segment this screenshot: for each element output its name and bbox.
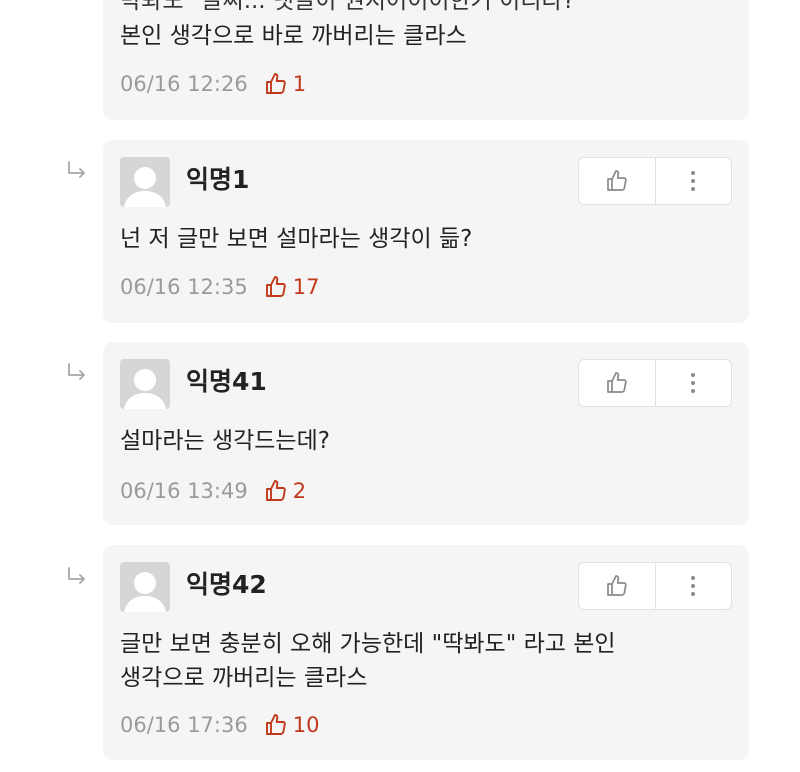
thumbs-up-icon <box>606 170 627 191</box>
thumbs-up-icon[interactable] <box>264 72 288 96</box>
thumbs-up-icon <box>606 575 627 596</box>
more-button[interactable] <box>656 563 732 609</box>
comment-meta: 06/16 17:36 10 <box>120 710 319 740</box>
comment-card: 익명42 글만 보면 충분히 오해 가능한데 "딱봐도" 라고 본인 생각으로 … <box>103 545 749 760</box>
comment-actions <box>578 157 732 205</box>
thumbs-up-icon[interactable] <box>264 275 288 299</box>
default-avatar-icon <box>120 359 170 409</box>
comment-thread: 박봐도 "글씨... 댓글이 권지어이이한거 이리다? 본인 생각으로 바로 까… <box>0 0 800 772</box>
like-button[interactable] <box>579 563 656 609</box>
comment-username: 익명41 <box>186 367 267 396</box>
comment-card: 익명41 설마라는 생각드는데? 06/16 13:49 2 <box>103 342 749 525</box>
more-vertical-icon <box>691 171 696 191</box>
more-button[interactable] <box>656 158 732 204</box>
reply-arrow-icon <box>68 363 85 380</box>
like-count: 2 <box>292 479 307 503</box>
comment-date: 06/16 12:26 <box>120 72 248 96</box>
comment-text-line: 설마라는 생각드는데? <box>120 428 330 454</box>
comment-username: 익명42 <box>186 570 267 599</box>
reply-arrow-icon <box>68 161 85 178</box>
reply-arrow-icon <box>68 567 85 584</box>
like-button[interactable] <box>579 360 656 406</box>
comment-username: 익명1 <box>186 165 250 194</box>
like-count: 1 <box>292 72 307 96</box>
comment-date: 06/16 12:35 <box>120 275 248 299</box>
comment-meta: 06/16 12:26 1 <box>120 69 306 99</box>
comment-card: 박봐도 "글씨... 댓글이 권지어이이한거 이리다? 본인 생각으로 바로 까… <box>103 0 749 120</box>
comment-date: 06/16 17:36 <box>120 713 248 737</box>
comment-text-line: 생각으로 까버리는 클라스 <box>120 665 368 691</box>
thumbs-up-icon <box>606 372 627 393</box>
like-count: 10 <box>292 713 320 737</box>
default-avatar-icon <box>120 157 170 207</box>
thumbs-up-icon[interactable] <box>264 713 288 737</box>
like-count: 17 <box>292 275 320 299</box>
more-button[interactable] <box>656 360 732 406</box>
thumbs-up-icon[interactable] <box>264 479 288 503</box>
comment-meta: 06/16 12:35 17 <box>120 272 319 302</box>
comment-text-line: 글만 보면 충분히 오해 가능한데 "딱봐도" 라고 본인 <box>120 631 616 657</box>
comment-date: 06/16 13:49 <box>120 479 248 503</box>
comment-actions <box>578 359 732 407</box>
default-avatar-icon <box>120 562 170 612</box>
like-button[interactable] <box>579 158 656 204</box>
comment-text-line: 본인 생각으로 바로 까버리는 클라스 <box>120 23 467 49</box>
comment-text-line: 넌 저 글만 보면 설마라는 생각이 듦? <box>120 226 473 252</box>
more-vertical-icon <box>691 373 696 393</box>
comment-actions <box>578 562 732 610</box>
more-vertical-icon <box>691 576 696 596</box>
comment-meta: 06/16 13:49 2 <box>120 476 306 506</box>
comment-card: 익명1 넌 저 글만 보면 설마라는 생각이 듦? 06/16 12:35 17 <box>103 140 749 323</box>
